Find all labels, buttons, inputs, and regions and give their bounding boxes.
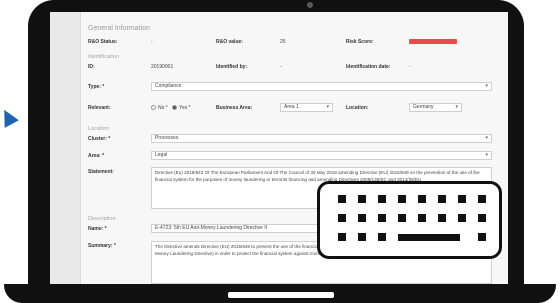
location-select[interactable]: Germany ▾: [409, 103, 462, 112]
chevron-down-icon: ▾: [485, 135, 488, 141]
redaction-bar: [398, 234, 460, 241]
relevant-label: Relevant:: [88, 105, 111, 111]
redaction-square: [478, 195, 486, 203]
redaction-square: [358, 214, 366, 222]
redaction-square: [398, 195, 406, 203]
relevant-yes-radio[interactable]: [172, 105, 177, 110]
risk-score-badge: [409, 39, 457, 44]
description-heading: Description: [88, 216, 116, 222]
chevron-down-icon: ▾: [485, 152, 488, 158]
risk-score-label: Risk Score:: [346, 39, 374, 45]
area-value: Legal: [155, 152, 168, 158]
laptop-trackpad-notch: [228, 292, 334, 298]
name-label: Name: *: [88, 226, 107, 232]
area-select[interactable]: Legal ▾: [151, 151, 492, 160]
relevant-no-label: No *: [158, 105, 168, 111]
redaction-square: [358, 233, 366, 241]
chevron-down-icon: ▾: [455, 104, 458, 110]
identified-by-label: Identified by:: [216, 64, 248, 70]
camera-icon: [307, 2, 313, 8]
id-label: ID:: [88, 64, 95, 70]
redaction-square: [418, 214, 426, 222]
redaction-square: [358, 195, 366, 203]
type-select-value: Compliance: [155, 83, 182, 89]
relevant-no-radio[interactable]: [151, 105, 156, 110]
redaction-square: [338, 233, 346, 241]
rao-value-label: R&O value:: [216, 39, 243, 45]
relevant-yes-label: Yes *: [179, 105, 191, 111]
area-label: Area: *: [88, 153, 105, 159]
cluster-value: Processes: [155, 135, 179, 141]
redaction-square: [438, 195, 446, 203]
location-heading: Location: [88, 126, 109, 132]
redaction-overlay: [317, 181, 502, 259]
redaction-square: [378, 233, 386, 241]
rao-value-value: 25: [280, 39, 286, 45]
type-select[interactable]: Compliance ▾: [151, 82, 492, 91]
identified-by-value: -: [280, 64, 282, 70]
business-area-select[interactable]: Area 1 ▾: [280, 103, 333, 112]
type-label: Type: *: [88, 84, 105, 90]
redaction-square: [478, 233, 486, 241]
redaction-square: [378, 195, 386, 203]
location-label: Location:: [346, 105, 369, 111]
redaction-square: [478, 214, 486, 222]
redaction-square: [338, 214, 346, 222]
chevron-down-icon: ▾: [326, 104, 329, 110]
redaction-square: [418, 195, 426, 203]
identification-date-label: Identification date:: [346, 64, 391, 70]
statement-label: Statement:: [88, 169, 114, 175]
location-value: Germany: [413, 104, 434, 110]
business-area-value: Area 1: [284, 104, 299, 110]
cluster-label: Cluster: *: [88, 136, 111, 142]
identification-date-value: -: [409, 64, 411, 70]
identification-heading: Identification: [88, 54, 119, 60]
cluster-select[interactable]: Processes ▾: [151, 134, 492, 143]
chevron-down-icon: ▾: [485, 83, 488, 89]
redaction-square: [338, 195, 346, 203]
decorative-arrow-icon: [0, 106, 19, 128]
rao-status-label: R&O Status:: [88, 39, 118, 45]
section-title-general: General Information: [88, 25, 150, 32]
id-value: 20190001: [151, 64, 174, 70]
business-area-label: Business Area:: [216, 105, 253, 111]
rao-status-value: -: [151, 39, 153, 45]
redaction-square: [438, 214, 446, 222]
redaction-square: [378, 214, 386, 222]
summary-label: Summary: *: [88, 243, 116, 249]
redaction-square: [398, 214, 406, 222]
redaction-square: [458, 214, 466, 222]
redaction-square: [458, 195, 466, 203]
